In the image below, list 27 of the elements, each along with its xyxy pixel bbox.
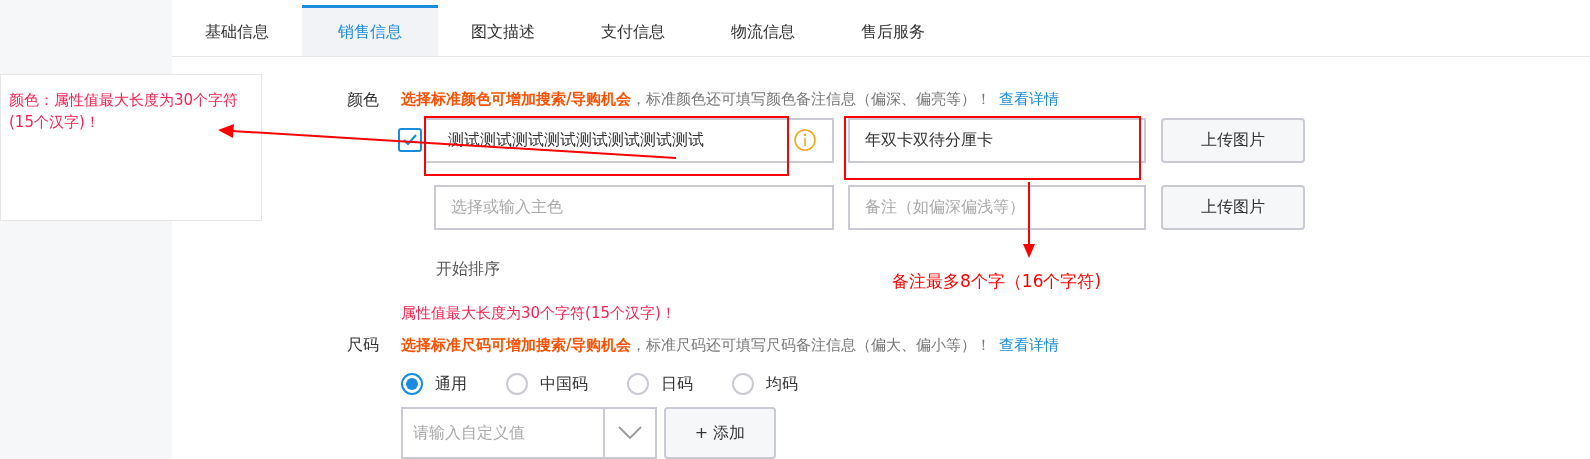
tab[interactable]: 图文描述: [438, 5, 568, 56]
tab[interactable]: 物流信息: [698, 5, 828, 56]
hint-text: 选择标准颜色可增加搜索/导购机会，标准颜色还可填写颜色备注信息（偏深、偏亮等）！: [401, 89, 992, 111]
tab[interactable]: 售后服务: [828, 5, 958, 56]
radio-option[interactable]: 中国码: [506, 372, 588, 396]
sort-label: 开始排序: [436, 257, 500, 280]
note-input[interactable]: 年双卡双待分厘卡: [848, 117, 1146, 163]
checkmark-icon: [402, 132, 418, 148]
upload-button[interactable]: 上传图片: [1161, 184, 1305, 230]
upload-button[interactable]: 上传图片: [1161, 117, 1305, 163]
info-icon: [793, 128, 817, 152]
field-label: 颜色: [347, 88, 380, 111]
tab[interactable]: 支付信息: [568, 5, 698, 56]
radio-option[interactable]: 均码: [732, 372, 798, 396]
radio-option[interactable]: 通用: [401, 372, 467, 396]
chevron-down-icon: [618, 426, 642, 440]
error-message: 属性值最大长度为30个字符(15个汉字)！: [401, 302, 676, 324]
details-link[interactable]: 查看详情: [999, 88, 1060, 111]
hint-text: 选择标准尺码可增加搜索/导购机会，标准尺码还可填写尺码备注信息（偏大、偏小等）！: [401, 334, 992, 356]
tab[interactable]: 基础信息: [172, 5, 302, 56]
field-label: 尺码: [347, 334, 380, 356]
checkbox[interactable]: [398, 128, 422, 152]
radio-option[interactable]: 日码: [627, 372, 693, 396]
tooltip-text: 颜色：属性值最大长度为30个字符(15个汉字)！: [9, 90, 240, 133]
details-link[interactable]: 查看详情: [999, 333, 1060, 357]
add-button[interactable]: + 添加: [664, 407, 776, 459]
annotation-text: 备注最多8个字（16个字符): [892, 270, 1102, 293]
